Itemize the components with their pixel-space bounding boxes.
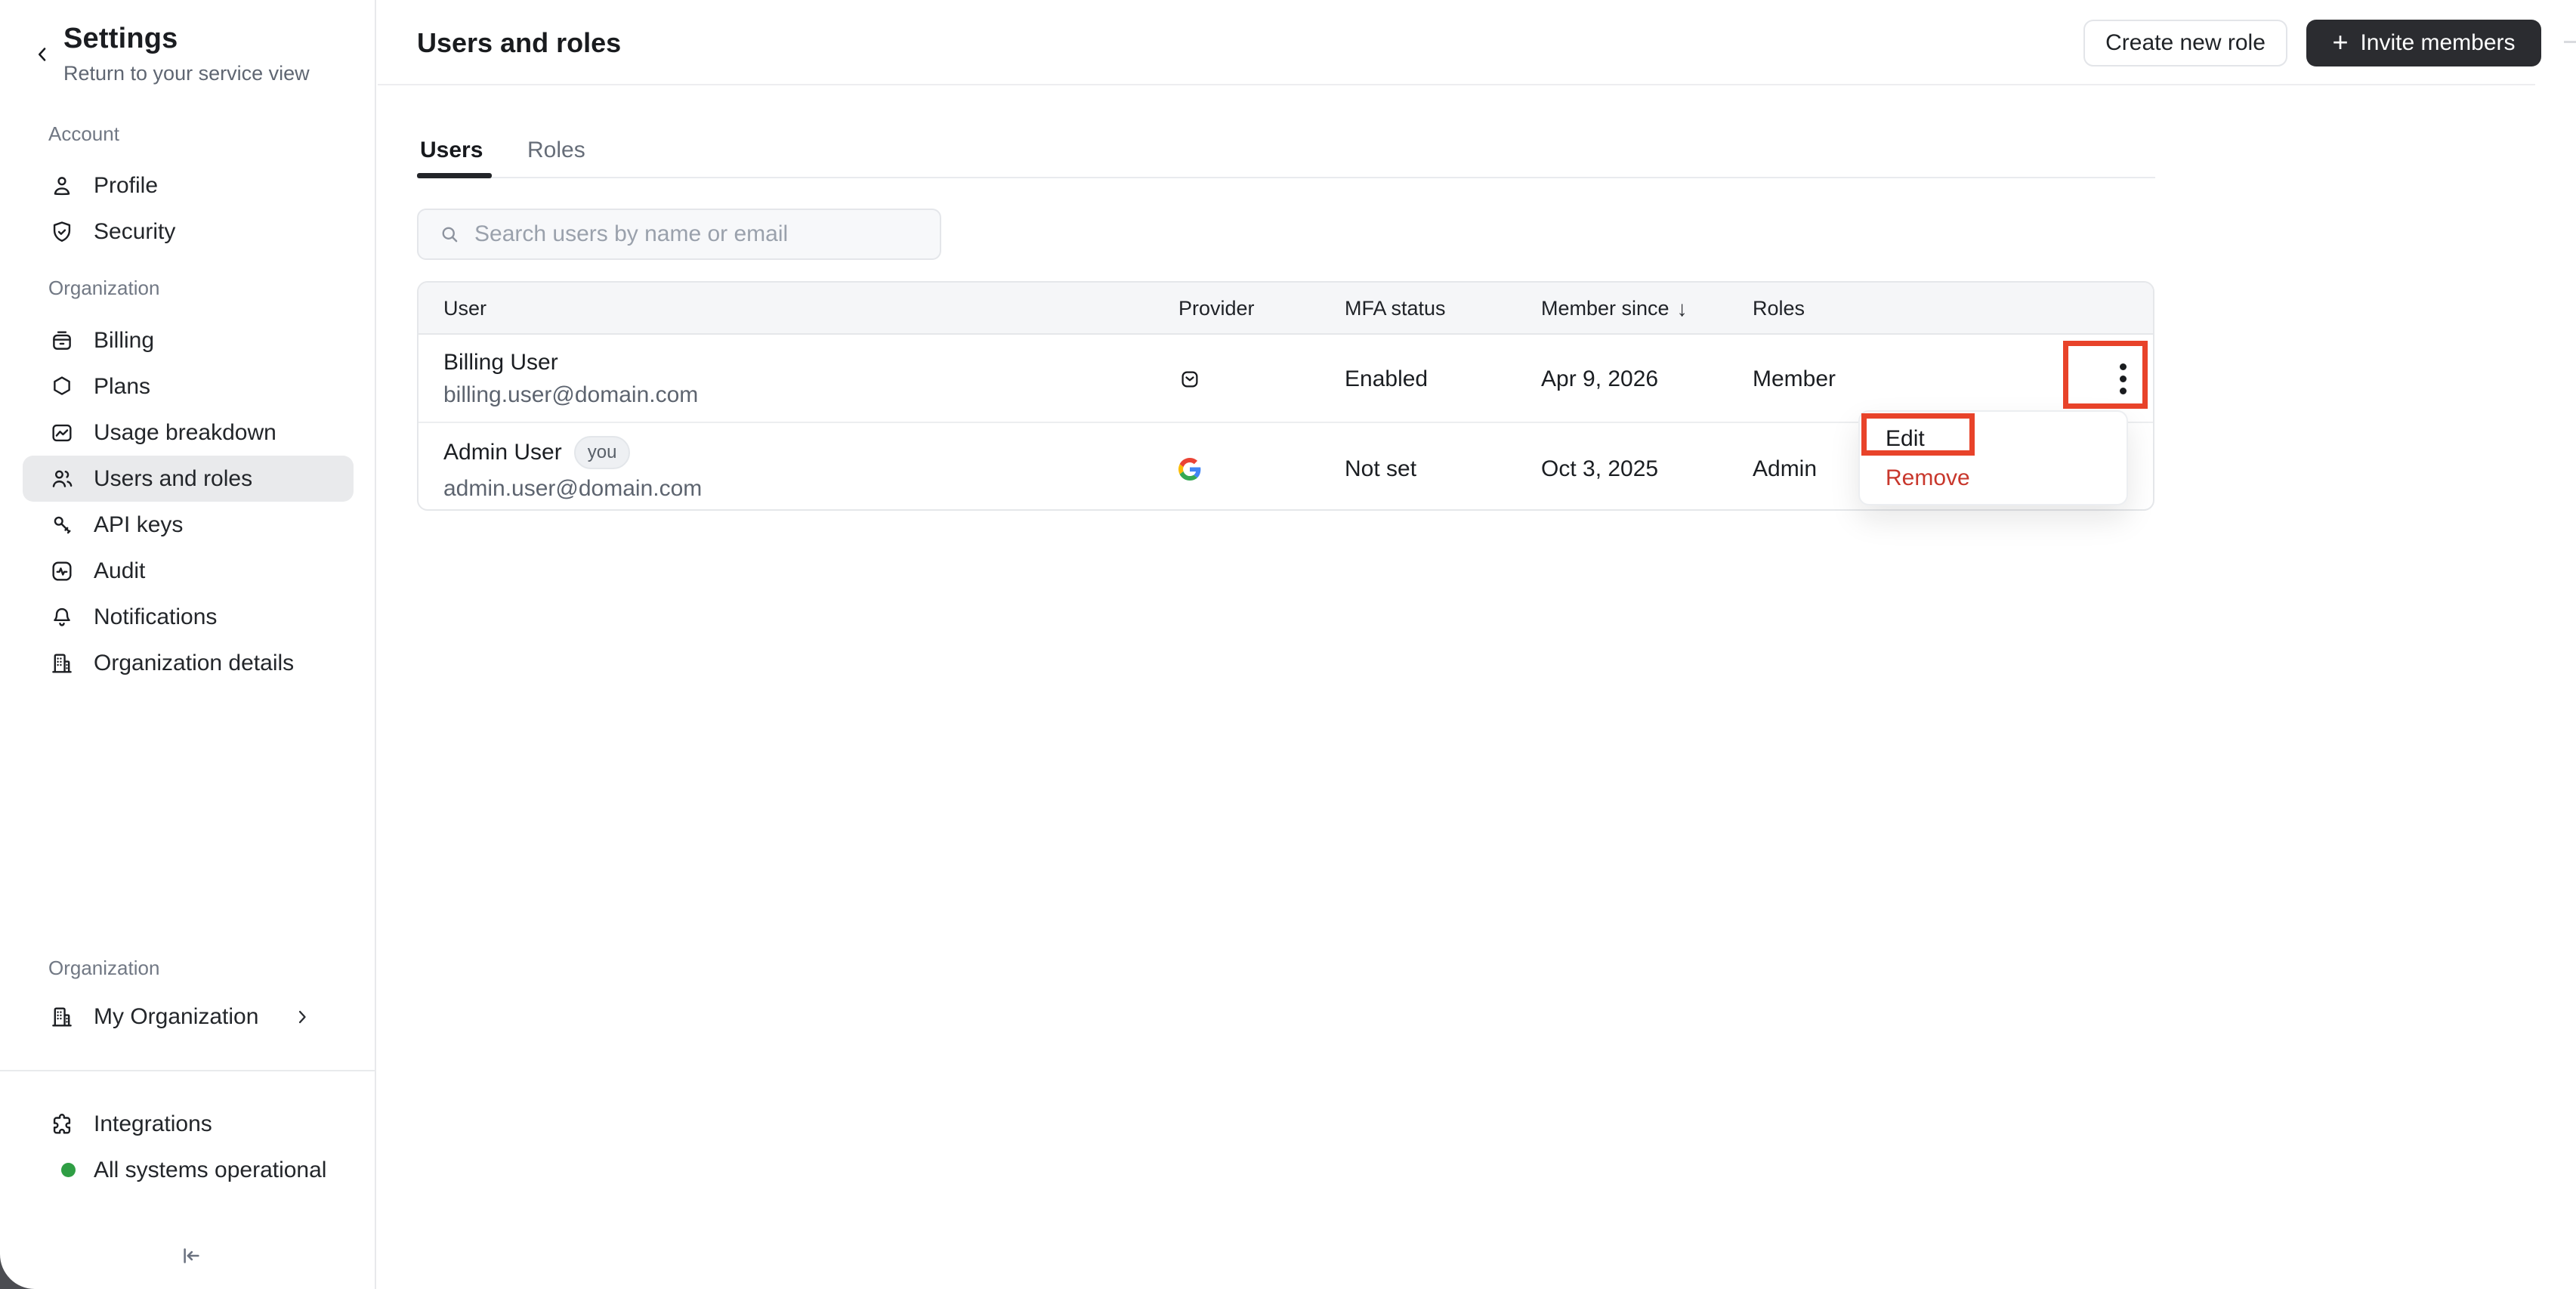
sidebar: Settings Return to your service view Acc…: [0, 0, 376, 1289]
sidebar-item-label: Users and roles: [94, 465, 253, 491]
tabs-divider: [417, 177, 2155, 178]
sidebar-item-label: Profile: [94, 172, 159, 198]
sidebar-item-plans[interactable]: Plans: [23, 363, 354, 410]
user-name: Admin User: [443, 440, 562, 465]
back-button[interactable]: [27, 39, 57, 70]
menu-item-remove[interactable]: Remove: [1860, 459, 2127, 498]
sidebar-item-label: Plans: [94, 373, 151, 399]
user-email: billing.user@domain.com: [443, 382, 699, 407]
main-content: Users and roles Create new role + Invite…: [378, 0, 2576, 1289]
section-label-organization-bottom: Organization: [48, 957, 160, 979]
users-icon: [48, 465, 76, 493]
mfa-status-cell: Not set: [1345, 456, 1417, 481]
column-header-mfa-status: MFA status: [1345, 297, 1446, 320]
invite-members-label: Invite members: [2360, 30, 2516, 55]
hexagon-icon: [48, 373, 76, 400]
system-status-item[interactable]: All systems operational: [23, 1147, 354, 1193]
header-divider: [378, 84, 2535, 85]
billing-icon: [48, 327, 76, 354]
sidebar-item-profile[interactable]: Profile: [23, 162, 354, 209]
user-cell: Billing User billing.user@domain.com: [443, 335, 698, 423]
collapse-arrow-icon: [177, 1243, 202, 1269]
section-label-organization: Organization: [48, 277, 160, 299]
chevron-right-icon: [292, 1006, 313, 1028]
provider-cell: [1178, 335, 1246, 423]
building-icon: [48, 1003, 76, 1031]
sidebar-item-label: API keys: [94, 512, 184, 537]
sidebar-item-integrations[interactable]: Integrations: [23, 1101, 354, 1147]
user-name: Billing User: [443, 350, 558, 375]
provider-cell: [1178, 425, 1246, 513]
menu-item-edit[interactable]: Edit: [1860, 419, 2127, 459]
column-header-user: User: [443, 297, 487, 320]
settings-app: Settings Return to your service view Acc…: [0, 0, 2576, 1289]
plus-icon: +: [2332, 26, 2349, 57]
shield-check-icon: [48, 218, 76, 246]
scrollbar-notch: [2564, 41, 2576, 43]
sidebar-item-security[interactable]: Security: [23, 209, 354, 255]
sidebar-item-label: Notifications: [94, 604, 218, 629]
column-header-member-since[interactable]: Member since ↓: [1541, 283, 1688, 335]
sidebar-item-api-keys[interactable]: API keys: [23, 502, 354, 548]
user-icon: [48, 172, 76, 199]
column-header-roles: Roles: [1753, 297, 1805, 320]
user-cell: Admin User you admin.user@domain.com: [443, 425, 702, 513]
search-input[interactable]: [474, 221, 913, 247]
user-email: admin.user@domain.com: [443, 475, 703, 501]
sidebar-divider: [0, 1070, 376, 1071]
member-since-label: Member since: [1541, 297, 1669, 320]
table-header-row: User Provider MFA status Member since ↓ …: [419, 283, 2153, 335]
status-dot: [48, 1157, 76, 1184]
create-new-role-button[interactable]: Create new role: [2083, 20, 2287, 66]
page-title: Users and roles: [417, 27, 622, 58]
sidebar-item-usage-breakdown[interactable]: Usage breakdown: [23, 410, 354, 456]
status-label: All systems operational: [94, 1157, 327, 1182]
you-badge: you: [573, 436, 631, 469]
key-icon: [48, 512, 76, 539]
google-provider-icon: [1178, 457, 1201, 481]
sidebar-item-billing[interactable]: Billing: [23, 317, 354, 363]
sidebar-item-label: Billing: [94, 327, 155, 353]
sidebar-item-audit[interactable]: Audit: [23, 548, 354, 594]
sidebar-item-label: Usage breakdown: [94, 419, 276, 445]
sidebar-item-label: Integrations: [94, 1111, 212, 1136]
sidebar-item-label: Organization details: [94, 650, 295, 675]
puzzle-icon: [48, 1111, 76, 1138]
collapse-sidebar-button[interactable]: [173, 1239, 206, 1272]
sidebar-item-my-organization[interactable]: My Organization: [23, 994, 354, 1040]
chevron-left-icon: [31, 43, 54, 66]
sidebar-title: Settings: [63, 23, 178, 54]
mfa-status-cell: Enabled: [1345, 366, 1429, 391]
member-since-cell: Apr 9, 2026: [1541, 366, 1659, 391]
sidebar-item-users-and-roles[interactable]: Users and roles: [23, 456, 354, 502]
roles-cell: Admin: [1753, 456, 1818, 481]
create-new-role-label: Create new role: [2105, 30, 2266, 55]
active-tab-underline: [417, 173, 492, 178]
section-label-account: Account: [48, 122, 119, 145]
member-since-cell: Oct 3, 2025: [1541, 456, 1659, 481]
bell-icon: [48, 604, 76, 631]
building-icon: [48, 650, 76, 677]
sidebar-item-notifications[interactable]: Notifications: [23, 594, 354, 640]
sidebar-item-label: My Organization: [94, 1003, 259, 1029]
sidebar-item-label: Audit: [94, 558, 146, 583]
sort-descending-icon: ↓: [1676, 296, 1688, 320]
column-header-provider: Provider: [1178, 297, 1255, 320]
email-provider-icon: [1178, 368, 1201, 391]
invite-members-button[interactable]: + Invite members: [2306, 20, 2541, 66]
audit-activity-icon: [48, 558, 76, 585]
search-box[interactable]: [417, 209, 941, 260]
search-icon: [438, 223, 461, 246]
usage-chart-icon: [48, 419, 76, 447]
row-actions-menu: Edit Remove: [1858, 410, 2128, 505]
sidebar-subtitle: Return to your service view: [63, 62, 310, 85]
tab-users[interactable]: Users: [420, 138, 483, 163]
tab-roles[interactable]: Roles: [527, 138, 585, 163]
kebab-icon: [2120, 363, 2127, 394]
roles-cell: Member: [1753, 366, 1836, 391]
sidebar-item-organization-details[interactable]: Organization details: [23, 640, 354, 686]
sidebar-item-label: Security: [94, 218, 176, 244]
window-corner: [0, 1253, 44, 1289]
